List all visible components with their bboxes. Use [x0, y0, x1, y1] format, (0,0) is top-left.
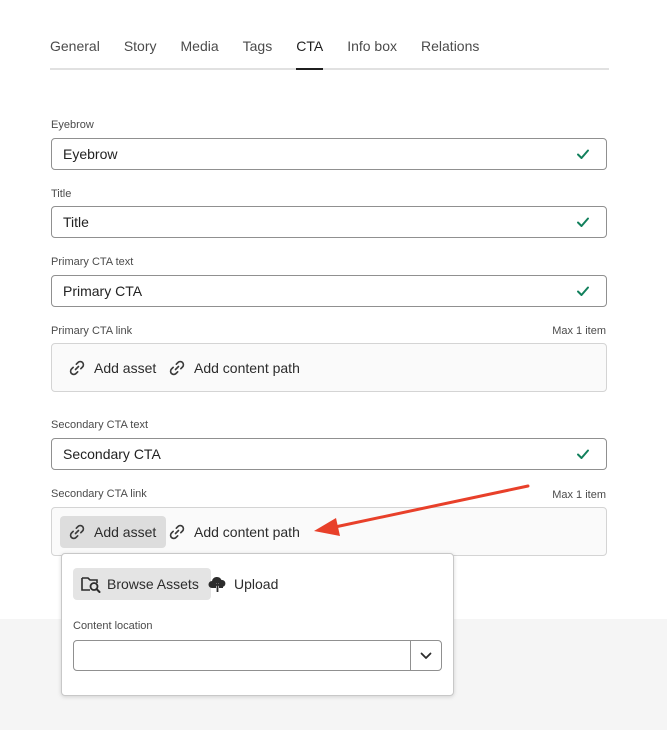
add-asset-label: Add asset [94, 524, 157, 540]
secondary-add-content-path-button[interactable]: Add content path [160, 516, 310, 548]
checkmark-icon [577, 449, 589, 459]
tab-media[interactable]: Media [181, 28, 219, 68]
primary-cta-text-input[interactable] [52, 276, 552, 306]
secondary-cta-text-label: Secondary CTA text [51, 419, 149, 431]
eyebrow-input[interactable] [52, 139, 552, 169]
content-location-dropdown-button[interactable] [410, 641, 441, 670]
browse-assets-button[interactable]: Browse Assets [73, 568, 211, 600]
checkmark-icon [577, 217, 589, 227]
add-asset-label: Add asset [94, 360, 157, 376]
primary-add-asset-button[interactable]: Add asset [60, 352, 166, 384]
title-input[interactable] [52, 207, 552, 237]
tab-tags[interactable]: Tags [243, 28, 273, 68]
primary-cta-text-label: Primary CTA text [51, 256, 134, 268]
tab-cta[interactable]: CTA [296, 28, 323, 70]
link-icon [169, 524, 185, 540]
tab-story[interactable]: Story [124, 28, 157, 68]
content-location-combobox [73, 640, 442, 671]
tab-general[interactable]: General [50, 28, 100, 68]
add-asset-popover: Browse Assets Upload Content location [61, 553, 454, 696]
title-field [51, 206, 607, 238]
primary-cta-link-limit: Max 1 item [552, 325, 606, 337]
add-content-path-label: Add content path [194, 524, 300, 540]
primary-add-content-path-button[interactable]: Add content path [160, 352, 310, 384]
primary-cta-link-label: Primary CTA link [51, 325, 133, 337]
chevron-down-icon [420, 652, 432, 659]
secondary-cta-text-field [51, 438, 607, 470]
link-icon [69, 360, 85, 376]
link-icon [69, 524, 85, 540]
link-icon [169, 360, 185, 376]
tab-info-box[interactable]: Info box [347, 28, 397, 68]
upload-button[interactable]: Upload [200, 568, 290, 600]
cta-editor-page: General Story Media Tags CTA Info box Re… [0, 0, 667, 730]
content-location-label: Content location [73, 620, 153, 632]
tab-relations[interactable]: Relations [421, 28, 479, 68]
eyebrow-field [51, 138, 607, 170]
cloud-upload-icon [208, 576, 226, 592]
add-content-path-label: Add content path [194, 360, 300, 376]
upload-label: Upload [234, 576, 279, 592]
secondary-cta-link-limit: Max 1 item [552, 489, 606, 501]
title-label: Title [51, 188, 72, 200]
secondary-cta-text-input[interactable] [52, 439, 552, 469]
content-location-input[interactable] [74, 641, 409, 670]
checkmark-icon [577, 286, 589, 296]
folder-search-icon [81, 577, 101, 593]
primary-cta-text-field [51, 275, 607, 307]
eyebrow-label: Eyebrow [51, 119, 94, 131]
primary-cta-link-box: Add asset Add content path [51, 343, 607, 392]
checkmark-icon [577, 149, 589, 159]
secondary-add-asset-button[interactable]: Add asset [60, 516, 167, 548]
browse-assets-label: Browse Assets [107, 576, 199, 592]
secondary-cta-link-box: Add asset Add content path [51, 507, 607, 556]
tab-bar: General Story Media Tags CTA Info box Re… [50, 28, 609, 70]
secondary-cta-link-label: Secondary CTA link [51, 488, 147, 500]
